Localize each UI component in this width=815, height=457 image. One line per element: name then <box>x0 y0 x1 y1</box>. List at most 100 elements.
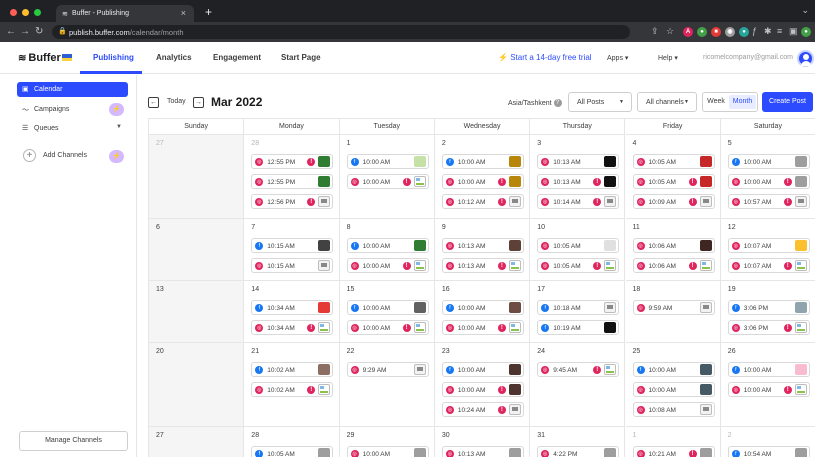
scheduled-post[interactable]: f 10:00 AM <box>727 154 810 169</box>
calendar-day-cell[interactable]: 28 ◎ 12:55 PM! ◎ 12:55 PM ◎ 12:56 PM! <box>244 135 340 219</box>
buffer-logo[interactable]: ≋ Buffer <box>18 52 61 64</box>
scheduled-post[interactable]: f 10:18 AM <box>537 300 620 315</box>
add-channels-button[interactable]: + Add Channels ⚡ <box>17 147 128 165</box>
scheduled-post[interactable]: f 10:00 AM <box>441 362 524 377</box>
reload-icon[interactable]: ↻ <box>35 26 43 37</box>
calendar-day-cell[interactable]: 18 ◎ 9:59 AM <box>625 281 721 343</box>
help-icon[interactable]: ? <box>553 99 562 107</box>
apps-menu[interactable]: Apps ▾ <box>607 54 628 62</box>
scheduled-post[interactable]: f 3:06 PM <box>727 300 810 315</box>
scheduled-post[interactable]: ◎ 10:00 AM <box>346 446 429 457</box>
scheduled-post[interactable]: ◎ 10:13 AM <box>537 154 620 169</box>
calendar-day-cell[interactable]: 23 f 10:00 AM ◎ 10:00 AM! ◎ 10:24 AM! <box>434 343 531 427</box>
scheduled-post[interactable]: f 10:02 AM <box>251 362 334 377</box>
calendar-day-cell[interactable]: 17 f 10:18 AM f 10:19 AM <box>530 281 626 343</box>
manage-channels-button[interactable]: Manage Channels <box>19 431 128 451</box>
sidepanel-icon[interactable]: ▣ <box>789 26 798 37</box>
scheduled-post[interactable]: f 10:00 AM <box>727 362 810 377</box>
sidebar-item-queues[interactable]: ☰ Queues ▼ <box>17 121 128 136</box>
all-posts-select[interactable]: All Posts ▼ <box>568 92 632 112</box>
scheduled-post[interactable]: f 10:19 AM <box>537 320 620 335</box>
scheduled-post[interactable]: ◎ 10:02 AM! <box>251 382 334 397</box>
address-bar[interactable]: 🔒 publish.buffer.com/calendar/month <box>52 25 630 39</box>
calendar-day-cell[interactable]: 11 ◎ 10:06 AM ◎ 10:06 AM! <box>625 219 721 281</box>
account-avatar[interactable] <box>797 50 814 67</box>
calendar-day-cell[interactable]: 6 <box>149 219 245 281</box>
scheduled-post[interactable]: ◎ 10:09 AM! <box>632 194 715 209</box>
timezone-label[interactable]: Asia/Tashkent? <box>508 99 562 107</box>
scheduled-post[interactable]: ◎ 10:00 AM <box>632 382 715 397</box>
calendar-day-cell[interactable]: 26 f 10:00 AM ◎ 10:00 AM! <box>720 343 815 427</box>
scheduled-post[interactable]: ◎ 10:08 AM <box>632 402 715 417</box>
scheduled-post[interactable]: f 10:00 AM <box>441 154 524 169</box>
scheduled-post[interactable]: ◎ 10:05 AM <box>537 238 620 253</box>
prev-month-button[interactable]: ← <box>148 97 159 108</box>
scheduled-post[interactable]: ◎ 10:00 AM! <box>441 320 524 335</box>
scheduled-post[interactable]: f 10:54 AM <box>727 446 810 457</box>
scheduled-post[interactable]: ◎ 10:13 AM! <box>537 174 620 189</box>
maximize-window-button[interactable] <box>34 9 41 16</box>
new-tab-button[interactable]: + <box>205 5 212 19</box>
scheduled-post[interactable]: f 10:00 AM <box>346 238 429 253</box>
calendar-day-cell[interactable]: 5 f 10:00 AM ◎ 10:00 AM! ◎ 10:57 AM! <box>720 135 815 219</box>
scheduled-post[interactable]: ◎ 10:05 AM! <box>632 174 715 189</box>
calendar-day-cell[interactable]: 20 <box>149 343 245 427</box>
calendar-day-cell[interactable]: 10 ◎ 10:05 AM ◎ 10:05 AM! <box>530 219 626 281</box>
calendar-day-cell[interactable]: 8 f 10:00 AM ◎ 10:00 AM! <box>339 219 435 281</box>
scheduled-post[interactable]: ◎ 10:15 AM <box>251 258 334 273</box>
calendar-day-cell[interactable]: 1 f 10:00 AM ◎ 10:00 AM! <box>339 135 435 219</box>
minimize-window-button[interactable] <box>22 9 29 16</box>
calendar-day-cell[interactable]: 29 ◎ 10:00 AM <box>339 427 435 457</box>
nav-analytics[interactable]: Analytics <box>156 53 192 62</box>
help-menu[interactable]: Help ▾ <box>658 54 678 62</box>
calendar-day-cell[interactable]: 14 f 10:34 AM ◎ 10:34 AM! <box>244 281 340 343</box>
scheduled-post[interactable]: ◎ 10:06 AM <box>632 238 715 253</box>
close-window-button[interactable] <box>10 9 17 16</box>
extension-abp-icon[interactable]: A <box>683 27 693 37</box>
scheduled-post[interactable]: ◎ 10:13 AM <box>441 238 524 253</box>
calendar-day-cell[interactable]: 30 ◎ 10:13 AM <box>434 427 531 457</box>
browser-tab[interactable]: ≋ Buffer - Publishing × <box>56 5 194 22</box>
calendar-day-cell[interactable]: 9 ◎ 10:13 AM ◎ 10:13 AM! <box>434 219 531 281</box>
extension-camera-icon[interactable]: ◉ <box>725 27 735 37</box>
sidebar-item-campaigns[interactable]: 〜 Campaigns ⚡ <box>17 102 128 117</box>
calendar-day-cell[interactable]: 13 <box>149 281 245 343</box>
scheduled-post[interactable]: ◎ 10:00 AM! <box>441 382 524 397</box>
scheduled-post[interactable]: ◎ 10:24 AM! <box>441 402 524 417</box>
tab-search-icon[interactable]: ⌄ <box>801 5 809 16</box>
nav-start-page[interactable]: Start Page <box>281 53 321 62</box>
scheduled-post[interactable]: ◎ 10:13 AM <box>441 446 524 457</box>
scheduled-post[interactable]: ◎ 10:00 AM! <box>727 382 810 397</box>
bookmark-star-icon[interactable]: ☆ <box>666 26 674 37</box>
extension-f-icon[interactable]: ƒ <box>752 26 757 36</box>
scheduled-post[interactable]: ◎ 3:06 PM! <box>727 320 810 335</box>
calendar-day-cell[interactable]: 19 f 3:06 PM ◎ 3:06 PM! <box>720 281 815 343</box>
reading-list-icon[interactable]: ≡ <box>777 26 782 36</box>
scheduled-post[interactable]: ◎ 10:07 AM! <box>727 258 810 273</box>
calendar-day-cell[interactable]: 24 ◎ 9:45 AM! <box>530 343 626 427</box>
week-view-button[interactable]: Week <box>703 93 729 111</box>
scheduled-post[interactable]: ◎ 10:13 AM! <box>441 258 524 273</box>
month-view-button[interactable]: Month <box>729 95 756 109</box>
extension-red-icon[interactable]: ■ <box>711 27 721 37</box>
profile-avatar-icon[interactable]: ● <box>801 27 811 37</box>
scheduled-post[interactable]: ◎ 10:00 AM! <box>346 174 429 189</box>
scheduled-post[interactable]: ◎ 10:57 AM! <box>727 194 810 209</box>
extensions-puzzle-icon[interactable]: ✱ <box>764 26 772 37</box>
scheduled-post[interactable]: f 10:34 AM <box>251 300 334 315</box>
scheduled-post[interactable]: ◎ 9:29 AM <box>346 362 429 377</box>
scheduled-post[interactable]: f 10:00 AM <box>346 300 429 315</box>
scheduled-post[interactable]: f 10:00 AM <box>441 300 524 315</box>
calendar-day-cell[interactable]: 3 ◎ 10:13 AM ◎ 10:13 AM! ◎ 10:14 AM! <box>530 135 626 219</box>
scheduled-post[interactable]: ◎ 9:59 AM <box>632 300 715 315</box>
scheduled-post[interactable]: ◎ 10:05 AM! <box>537 258 620 273</box>
calendar-day-cell[interactable]: 4 ◎ 10:05 AM ◎ 10:05 AM! ◎ 10:09 AM! <box>625 135 721 219</box>
calendar-day-cell[interactable]: 21 f 10:02 AM ◎ 10:02 AM! <box>244 343 340 427</box>
calendar-day-cell[interactable]: 22 ◎ 9:29 AM <box>339 343 435 427</box>
calendar-day-cell[interactable]: 28 f 10:05 AM <box>244 427 340 457</box>
scheduled-post[interactable]: ◎ 12:55 PM <box>251 174 334 189</box>
create-post-button[interactable]: Create Post <box>762 92 813 112</box>
extension-green-icon[interactable]: ● <box>697 27 707 37</box>
scheduled-post[interactable]: ◎ 10:07 AM <box>727 238 810 253</box>
today-button[interactable]: Today <box>167 98 186 105</box>
